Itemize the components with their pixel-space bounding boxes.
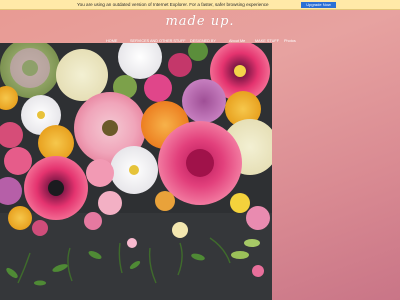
ie-notice-text: You are using an outdated version of Int… (77, 2, 269, 7)
upgrade-now-button[interactable]: Upgrade Now (301, 1, 336, 8)
flower-bouquet-photo (0, 43, 272, 300)
hero-image (0, 43, 272, 300)
ie-upgrade-banner: You are using an outdated version of Int… (0, 0, 400, 10)
nav-item-photos[interactable]: Photos (284, 38, 296, 44)
site-logo[interactable]: made up. (0, 14, 400, 29)
